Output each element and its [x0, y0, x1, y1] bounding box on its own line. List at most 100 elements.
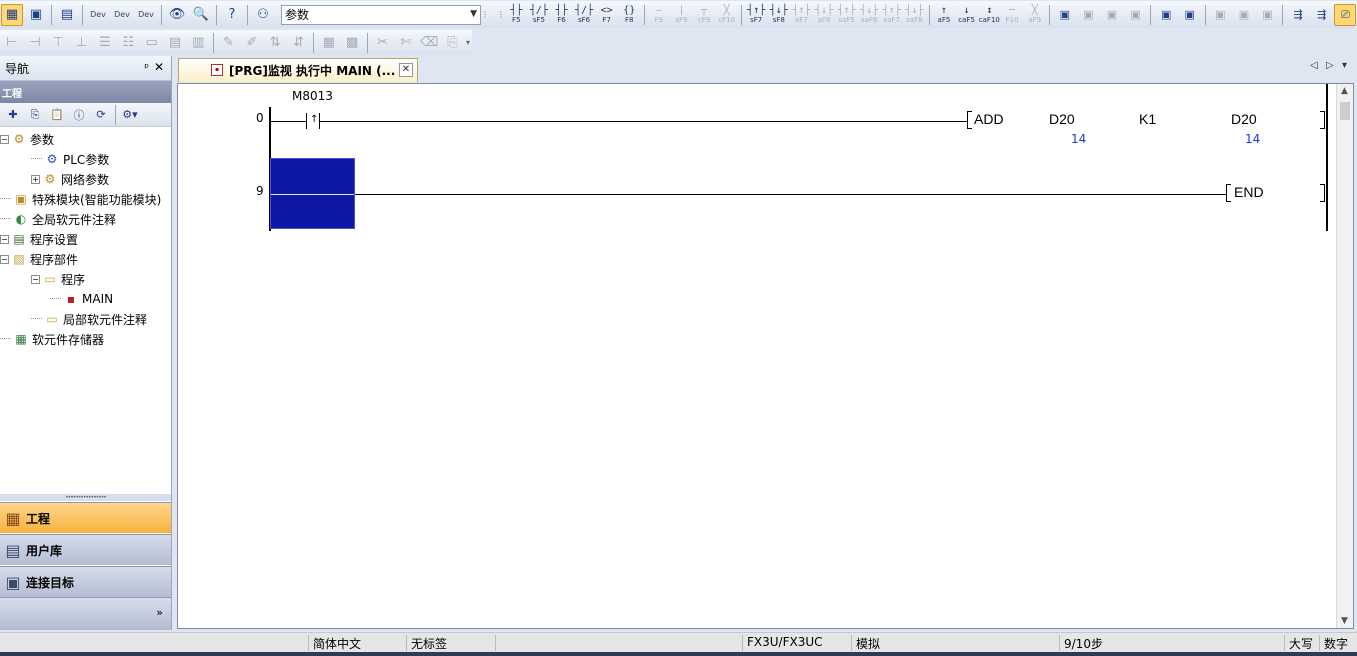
list-icon[interactable]: ▥: [188, 32, 209, 54]
operand-source[interactable]: D20: [1049, 111, 1075, 127]
help-icon[interactable]: ?: [221, 4, 243, 26]
chevron-down-icon[interactable]: ▼: [470, 9, 477, 19]
tool3-icon[interactable]: ⌫: [418, 32, 439, 54]
ladder-key-caf5[interactable]: ↓ caF5: [956, 4, 978, 26]
properties-icon[interactable]: ⓘ: [69, 105, 89, 125]
tree-item[interactable]: ◐ 全局软元件注释: [0, 209, 171, 229]
collapse-icon[interactable]: −: [0, 254, 9, 264]
operand-constant[interactable]: K1: [1139, 111, 1156, 127]
online-icon[interactable]: ▣: [1179, 4, 1201, 26]
vertical-scrollbar[interactable]: ▲ ▼: [1336, 84, 1353, 628]
tree-item[interactable]: ▪ MAIN: [0, 289, 171, 309]
verify-icon[interactable]: ▣: [1257, 4, 1279, 26]
monitor-write-icon[interactable]: ⇶: [1311, 4, 1333, 26]
close-icon[interactable]: ✕: [399, 63, 413, 77]
window-icon[interactable]: ▤: [56, 4, 78, 26]
paste-data-icon[interactable]: 📋: [47, 105, 67, 125]
dev-read-icon[interactable]: Dev: [87, 4, 109, 26]
device-test-icon[interactable]: ▣: [1078, 4, 1100, 26]
operand-destination[interactable]: D20: [1231, 111, 1257, 127]
monitor-icon[interactable]: ⇶: [1287, 4, 1309, 26]
tree-item[interactable]: ⚙ PLC参数: [0, 149, 171, 169]
module-icon[interactable]: ▣: [25, 4, 47, 26]
ladder-key-af5[interactable]: ↑ aF5: [933, 4, 955, 26]
find-icon[interactable]: 🔍: [190, 4, 212, 26]
ladder-key-f9[interactable]: — F9: [648, 4, 670, 26]
tab-menu-icon[interactable]: ▾: [1342, 60, 1347, 71]
dev-verify-icon[interactable]: Dev: [135, 4, 157, 26]
ladder-key-af7[interactable]: ┤↑├ aF7: [791, 4, 813, 26]
end-instruction[interactable]: END: [1234, 184, 1264, 200]
instruction-mnemonic[interactable]: ADD: [974, 111, 1004, 127]
dev-write-icon[interactable]: Dev: [111, 4, 133, 26]
rising-edge-contact[interactable]: ↑: [306, 113, 320, 129]
collapse-icon[interactable]: −: [0, 134, 9, 144]
tree-item[interactable]: ▣ 特殊模块(智能功能模块): [0, 189, 171, 209]
grid2-icon[interactable]: ▩: [342, 32, 363, 54]
ladder-cursor[interactable]: [270, 158, 355, 229]
tree-item[interactable]: ▭ 局部软元件注释: [0, 309, 171, 329]
view-options-icon[interactable]: ⚙▾: [120, 105, 140, 125]
expand-more-icon[interactable]: »: [156, 606, 163, 619]
read-icon[interactable]: ▣: [1210, 4, 1232, 26]
ladder-key-sf8[interactable]: ┤↓├ sF8: [768, 4, 790, 26]
ladder-key-saf5[interactable]: ┤↑├ saF5: [836, 4, 858, 26]
tool2-icon[interactable]: ✄: [395, 32, 416, 54]
insert-row-icon[interactable]: ⊢: [1, 32, 22, 54]
tool4-icon[interactable]: ⎘: [442, 32, 463, 54]
delete-column-icon[interactable]: ⊥: [71, 32, 92, 54]
grid-icon[interactable]: ▦: [318, 32, 339, 54]
collapse-icon[interactable]: −: [0, 234, 9, 244]
tree-item[interactable]: − ▭ 程序: [0, 269, 171, 289]
search-combo[interactable]: 参数 ▼: [281, 4, 481, 25]
ladder-key-saf7[interactable]: ┤↑├ saF7: [881, 4, 903, 26]
nav-button-user-library[interactable]: ▤ 用户库: [0, 534, 171, 565]
copy-data-icon[interactable]: ⎘: [25, 105, 45, 125]
ladder-key-f7[interactable]: <> F7: [596, 4, 618, 26]
delete-row-icon[interactable]: ⊣: [24, 32, 45, 54]
refresh-icon[interactable]: ⟳: [91, 105, 111, 125]
online-change-icon[interactable]: ⇵: [288, 32, 309, 54]
expand-icon[interactable]: +: [31, 174, 40, 184]
insert-column-icon[interactable]: ⊤: [48, 32, 69, 54]
ladder-key-sf5[interactable]: ┤/├ sF5: [528, 4, 550, 26]
nav-button-project[interactable]: ▦ 工程: [0, 502, 171, 533]
ladder-key-sf6[interactable]: ┤/├ sF6: [573, 4, 595, 26]
tree-item[interactable]: ▦ 软元件存储器: [0, 329, 171, 349]
ladder-editor[interactable]: 0 M8013 ↑ ADD D20 K1 D20 14 14 9 END ▲ ▼: [177, 83, 1354, 629]
ladder-key-saf8[interactable]: ┤↓├ saF8: [904, 4, 926, 26]
ladder-key-f8[interactable]: {} F8: [618, 4, 640, 26]
ladder-key-saf6[interactable]: ┤↓├ saF6: [858, 4, 880, 26]
tree-item[interactable]: + ⚙ 网络参数: [0, 169, 171, 189]
watch-icon[interactable]: 👁: [166, 4, 188, 26]
close-icon[interactable]: ✕: [154, 60, 164, 74]
replace-icon[interactable]: ✎: [218, 32, 239, 54]
ladder-key-af8[interactable]: ┤↓├ aF8: [813, 4, 835, 26]
ladder-key-af9[interactable]: ╳ aF9: [1024, 4, 1046, 26]
tool-icon[interactable]: ✂: [372, 32, 393, 54]
write-icon[interactable]: ▣: [1233, 4, 1255, 26]
scroll-down-icon[interactable]: ▼: [1341, 616, 1348, 626]
note-icon[interactable]: ▭: [141, 32, 162, 54]
tree-item[interactable]: − ▧ 程序部件: [0, 249, 171, 269]
tab-next-icon[interactable]: ▷: [1326, 60, 1334, 71]
ladder-key-cf9[interactable]: ┬ cF9: [693, 4, 715, 26]
statement-icon[interactable]: ☷: [118, 32, 139, 54]
pane-splitter[interactable]: ••••••••••••••••: [0, 494, 171, 501]
tab-prev-icon[interactable]: ◁: [1310, 60, 1318, 71]
convert-icon[interactable]: ⇅: [265, 32, 286, 54]
scroll-thumb[interactable]: [1340, 102, 1350, 120]
ladder-key-cf10[interactable]: ╳ cF10: [716, 4, 738, 26]
toolbar-grip-icon[interactable]: ⋮: [497, 4, 505, 26]
ladder-key-f5[interactable]: ┤├ F5: [506, 4, 528, 26]
memory-icon[interactable]: ▣: [1054, 4, 1076, 26]
new-data-icon[interactable]: ✚: [3, 105, 23, 125]
watch-start-icon[interactable]: ▣: [1101, 4, 1123, 26]
device-list-icon[interactable]: ▤: [164, 32, 185, 54]
replace-all-icon[interactable]: ✐: [241, 32, 262, 54]
watch-stop-icon[interactable]: ▣: [1125, 4, 1147, 26]
ladder-key-sf9[interactable]: | sF9: [671, 4, 693, 26]
ladder-key-f6[interactable]: ┤├ F6: [551, 4, 573, 26]
tab-main-program[interactable]: ▪ [PRG]监视 执行中 MAIN (... ✕: [178, 58, 418, 82]
ladder-key-f10[interactable]: ─ F10: [1001, 4, 1023, 26]
